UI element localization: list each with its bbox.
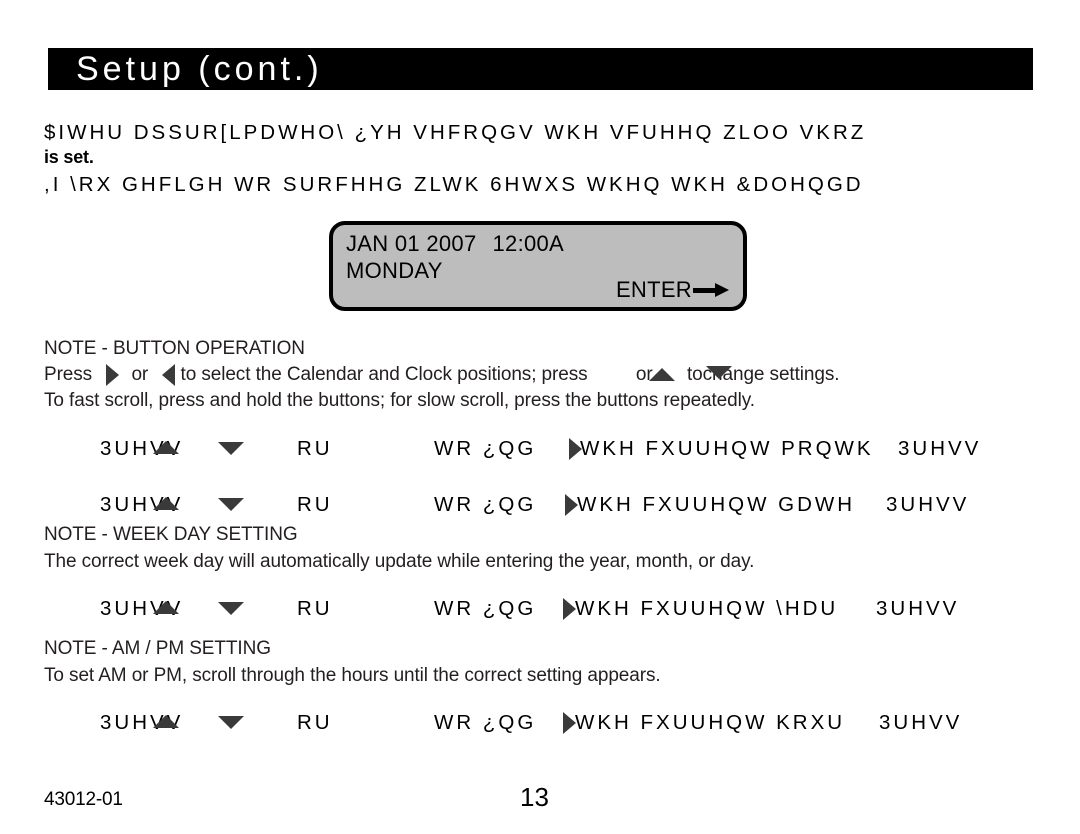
note-body-am-pm-setting: To set AM or PM, scroll through the hour… bbox=[44, 665, 661, 686]
triangle-up-icon bbox=[153, 601, 179, 614]
instr-press-tail-4: 3UHVV bbox=[879, 711, 963, 734]
note-or-label-1: or bbox=[131, 364, 149, 386]
note-heading-am-pm-setting: NOTE - AM / PM SETTING bbox=[44, 638, 271, 659]
manual-page: Setup (cont.) $IWHU DSSUR[LPDWHO\ ¿YH VH… bbox=[0, 0, 1080, 834]
instr-or-2: RU bbox=[297, 493, 333, 516]
footer-page-number: 13 bbox=[520, 782, 549, 812]
triangle-down-icon bbox=[218, 498, 244, 511]
lcd-datetime-line: JAN 01 2007 12:00A bbox=[346, 231, 564, 257]
note-or-label-2-group: or bbox=[636, 364, 675, 385]
lcd-display-panel: JAN 01 2007 12:00A MONDAY ENTER bbox=[329, 221, 747, 311]
instr-or-1: RU bbox=[297, 437, 333, 460]
note-body-button-operation-line-2: To fast scroll, press and hold the butto… bbox=[44, 390, 755, 411]
intro-line-3: ,I \RX GHFLGH WR SURFHHG ZLWK 6HWXS WKHQ… bbox=[44, 173, 864, 196]
note-select-text: to select the Calendar and Clock positio… bbox=[180, 364, 588, 386]
triangle-down-icon bbox=[218, 716, 244, 729]
lcd-enter-label: ENTER bbox=[615, 277, 692, 302]
triangle-down-icon bbox=[705, 366, 732, 380]
note-heading-button-operation: NOTE - BUTTON OPERATION bbox=[44, 338, 305, 359]
instr-target-3: WKH FXUUHQW \HDU bbox=[575, 597, 839, 620]
instr-press-tail-2: 3UHVV bbox=[886, 493, 970, 516]
lcd-time: 12:00A bbox=[492, 231, 565, 256]
instr-find-4: WR ¿QG bbox=[434, 711, 537, 734]
triangle-down-icon bbox=[218, 442, 244, 455]
lcd-date: JAN 01 2007 bbox=[346, 231, 477, 256]
lcd-weekday: MONDAY bbox=[346, 258, 443, 283]
lcd-enter-prompt: ENTER bbox=[616, 277, 729, 303]
note-body-button-operation-line-1: Press or to select the Calendar and Cloc… bbox=[44, 364, 840, 386]
footer-document-code: 43012-01 bbox=[44, 789, 123, 810]
note-to-label: to bbox=[686, 364, 703, 386]
note-to-change-group: to change settings. bbox=[686, 364, 840, 386]
triangle-up-icon bbox=[153, 441, 179, 454]
arrow-right-icon bbox=[693, 283, 729, 297]
instr-or-4: RU bbox=[297, 711, 333, 734]
instr-or-3: RU bbox=[297, 597, 333, 620]
instr-target-4: WKH FXUUHQW KRXU bbox=[575, 711, 846, 734]
triangle-left-icon bbox=[162, 364, 176, 386]
intro-line-2: is set. bbox=[44, 147, 94, 167]
intro-line-1: $IWHU DSSUR[LPDWHO\ ¿YH VHFRQGV WKH VFUH… bbox=[44, 121, 867, 144]
note-body-week-day-setting: The correct week day will automatically … bbox=[44, 551, 755, 572]
instr-target-2: WKH FXUUHQW GDWH bbox=[577, 493, 856, 516]
instr-find-2: WR ¿QG bbox=[434, 493, 537, 516]
instr-find-3: WR ¿QG bbox=[434, 597, 537, 620]
triangle-right-icon bbox=[106, 364, 120, 386]
instr-find-1: WR ¿QG bbox=[434, 437, 537, 460]
instr-press-tail-3: 3UHVV bbox=[876, 597, 960, 620]
triangle-up-icon bbox=[648, 368, 675, 382]
triangle-up-icon bbox=[153, 715, 179, 728]
triangle-up-icon bbox=[153, 497, 179, 510]
instr-target-1: WKH FXUUHQW PRQWK bbox=[580, 437, 874, 460]
note-press-label: Press bbox=[44, 364, 93, 386]
triangle-down-icon bbox=[218, 602, 244, 615]
instr-press-tail-1: 3UHVV bbox=[898, 437, 982, 460]
note-heading-week-day-setting: NOTE - WEEK DAY SETTING bbox=[44, 524, 298, 545]
page-title: Setup (cont.) bbox=[76, 50, 323, 88]
